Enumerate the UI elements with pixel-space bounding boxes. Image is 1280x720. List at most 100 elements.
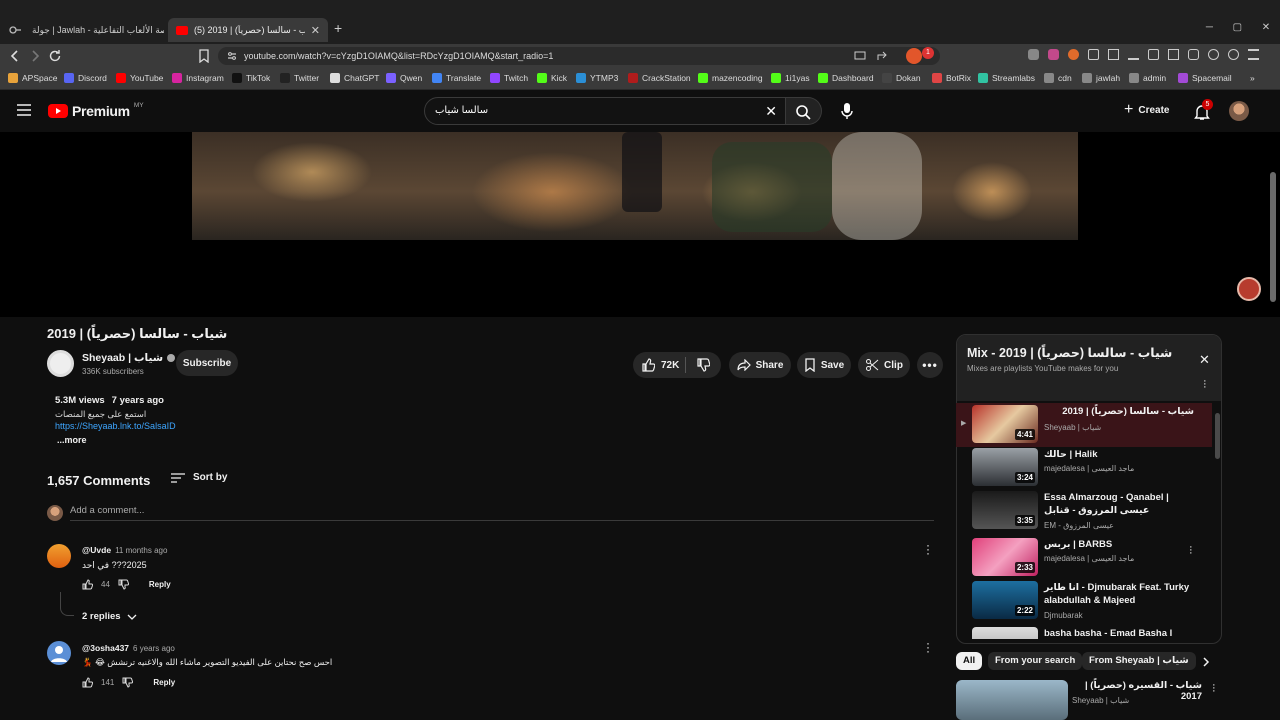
- chevron-right-icon[interactable]: [1200, 656, 1212, 668]
- extensions-puzzle-icon[interactable]: [1088, 49, 1099, 60]
- leo-ai-icon[interactable]: [1208, 49, 1219, 60]
- recommended-menu-icon[interactable]: · · ·: [1212, 680, 1216, 697]
- comment-time[interactable]: 6 years ago: [133, 644, 175, 653]
- back-icon[interactable]: [8, 49, 22, 63]
- bookmark-dokan[interactable]: Dokan: [882, 73, 921, 83]
- bookmark-cdn[interactable]: cdn: [1044, 73, 1072, 83]
- playlist-scrollbar[interactable]: [1215, 413, 1220, 459]
- bookmark-apspace[interactable]: APSpace: [8, 73, 57, 83]
- share-button[interactable]: Share: [729, 352, 791, 378]
- comment-menu-icon[interactable]: · · ·: [926, 637, 930, 657]
- show-more-button[interactable]: ...more: [57, 435, 87, 445]
- save-button[interactable]: Save: [797, 352, 851, 378]
- description-link[interactable]: https://Sheyaab.lnk.to/SalsaID: [55, 421, 176, 431]
- bookmark-streamlabs[interactable]: Streamlabs: [978, 73, 1035, 83]
- channel-watermark[interactable]: [1237, 277, 1261, 301]
- bookmark-icon[interactable]: [198, 49, 210, 63]
- playlist-item[interactable]: 2:33 بربس | BARBS majedalesa | ماجد العي…: [956, 536, 1212, 580]
- bookmark-mazencoding[interactable]: mazencoding: [698, 73, 763, 83]
- tab-youtube[interactable]: (5) شياب - سالسا (حصرياً) | 2019 ✕: [168, 18, 328, 42]
- clip-button[interactable]: Clip: [858, 352, 910, 378]
- bookmark-qwen[interactable]: Qwen: [386, 73, 422, 83]
- close-tab-icon[interactable]: ✕: [311, 24, 320, 37]
- address-bar[interactable]: youtube.com/watch?v=cYzgD1OIAMQ&list=RDc…: [218, 47, 940, 65]
- clear-search-icon[interactable]: ✕: [765, 103, 777, 119]
- bookmark-jawlah[interactable]: jawlah: [1082, 73, 1120, 83]
- extension-icon[interactable]: [1068, 49, 1079, 60]
- more-actions-button[interactable]: •••: [917, 352, 943, 378]
- download-icon[interactable]: [1128, 49, 1139, 60]
- playlist-item[interactable]: basha basha - Emad Basha l: [956, 625, 1212, 639]
- video-player[interactable]: [0, 132, 1280, 317]
- media-icon[interactable]: [1148, 49, 1159, 60]
- playlist-item[interactable]: 3:35 Essa Almarzoug - Qanabel | عيسى الم…: [956, 489, 1212, 539]
- comment-dislike-icon[interactable]: [122, 677, 134, 688]
- comment-menu-icon[interactable]: · · ·: [926, 539, 930, 559]
- bookmarks-overflow-icon[interactable]: »: [1250, 73, 1255, 83]
- tab-search-icon[interactable]: [6, 22, 24, 38]
- brave-shield-icon[interactable]: [906, 48, 922, 64]
- close-playlist-icon[interactable]: ✕: [1199, 352, 1210, 368]
- bookmark-crackstation[interactable]: CrackStation: [628, 73, 691, 83]
- comment-like-icon[interactable]: [82, 677, 93, 688]
- forward-icon[interactable]: [28, 49, 42, 63]
- close-window-icon[interactable]: ✕: [1262, 22, 1270, 38]
- chip-from-your-search[interactable]: From your search: [988, 652, 1083, 670]
- recommended-thumbnail[interactable]: [956, 680, 1068, 720]
- sidebar-icon[interactable]: [1168, 49, 1179, 60]
- bookmark-chatgpt[interactable]: ChatGPT: [330, 73, 379, 83]
- bookmark-1i1yas[interactable]: 1i1yas: [771, 73, 810, 83]
- comment-dislike-icon[interactable]: [118, 579, 129, 590]
- like-button[interactable]: 72K: [641, 358, 679, 372]
- show-replies-button[interactable]: 2 replies: [82, 611, 137, 622]
- comment-author[interactable]: @Uvde: [82, 545, 111, 555]
- bookmark-ytmp3[interactable]: YTMP3: [576, 73, 618, 83]
- new-tab-button[interactable]: +: [334, 20, 342, 36]
- reply-button[interactable]: Reply: [149, 580, 171, 589]
- search-button[interactable]: [786, 97, 822, 125]
- wallet-icon[interactable]: [1188, 49, 1199, 60]
- playlist-item[interactable]: 3:24 حالك | Halik majedalesa | ماجد العي…: [956, 446, 1212, 490]
- notifications-bell-icon[interactable]: 5: [1193, 99, 1213, 121]
- page-scrollbar[interactable]: [1270, 172, 1276, 302]
- reply-button[interactable]: Reply: [153, 678, 175, 687]
- playlist-item[interactable]: 2:22 انا طاير - Djmubarak Feat. Turky al…: [956, 579, 1212, 625]
- recommended-channel[interactable]: Sheyaab | شياب: [1072, 696, 1129, 705]
- add-comment-input[interactable]: Add a comment...: [70, 505, 934, 521]
- bookmark-botrix[interactable]: BotRix: [932, 73, 971, 83]
- comment-avatar[interactable]: [47, 641, 71, 665]
- site-settings-icon[interactable]: [227, 51, 237, 61]
- bookmark-instagram[interactable]: Instagram: [172, 73, 224, 83]
- dislike-button[interactable]: [696, 358, 710, 372]
- minimize-icon[interactable]: ─: [1206, 22, 1213, 38]
- bookmark-dashboard[interactable]: Dashboard: [818, 73, 874, 83]
- bookmark-youtube[interactable]: YouTube: [116, 73, 163, 83]
- voice-search-icon[interactable]: [839, 102, 855, 120]
- create-button[interactable]: + Create: [1124, 101, 1169, 119]
- bookmark-translate[interactable]: Translate: [432, 73, 481, 83]
- comment-time[interactable]: 11 months ago: [115, 546, 167, 555]
- bookmark-discord[interactable]: Discord: [64, 73, 107, 83]
- chip-from-channel[interactable]: From Sheyaab | شياب: [1082, 652, 1196, 670]
- bookmark-kick[interactable]: Kick: [537, 73, 567, 83]
- bookmark-spacemail[interactable]: Spacemail: [1178, 73, 1232, 83]
- extension-icon[interactable]: [1048, 49, 1059, 60]
- sort-by-button[interactable]: Sort by: [171, 472, 227, 483]
- video-frame[interactable]: [192, 132, 1078, 240]
- menu-icon[interactable]: [1248, 49, 1259, 60]
- vpn-icon[interactable]: [1228, 49, 1239, 60]
- youtube-premium-logo[interactable]: Premium MY: [48, 102, 144, 119]
- bookmark-twitch[interactable]: Twitch: [490, 73, 528, 83]
- reload-icon[interactable]: [48, 49, 62, 63]
- cast-icon[interactable]: [854, 50, 866, 62]
- comment-author[interactable]: @3osha437: [82, 643, 129, 653]
- maximize-icon[interactable]: ▢: [1233, 22, 1242, 38]
- extension-icon[interactable]: [1028, 49, 1039, 60]
- channel-avatar[interactable]: [47, 350, 74, 377]
- bookmark-twitter[interactable]: Twitter: [280, 73, 319, 83]
- hamburger-menu-icon[interactable]: [17, 104, 31, 116]
- comment-avatar[interactable]: [47, 544, 71, 568]
- playlist-item[interactable]: ▶ 4:41 شياب - سالسا (حصرياً) | 2019 Shey…: [956, 403, 1212, 447]
- tab-jawlah[interactable]: جولة | Jawlah - منصة الألعاب التفاعلية: [24, 18, 164, 42]
- subscribe-button[interactable]: Subscribe: [176, 350, 238, 376]
